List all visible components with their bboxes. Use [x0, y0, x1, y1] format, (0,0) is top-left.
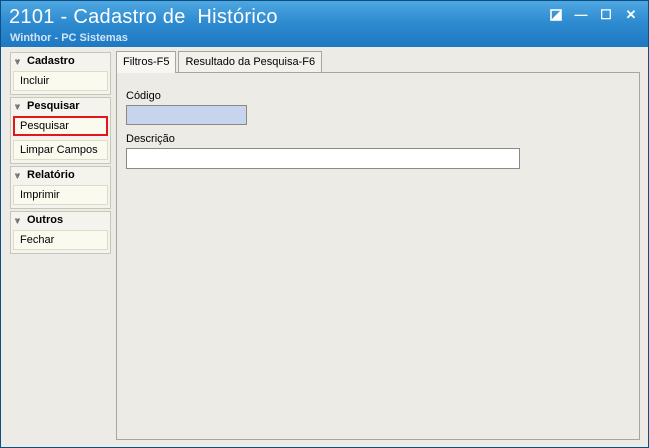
- minimize-button[interactable]: —: [574, 8, 588, 22]
- limpar-campos-button[interactable]: Limpar Campos: [13, 140, 108, 160]
- filtros-panel: Código Descrição: [116, 72, 640, 440]
- codigo-input[interactable]: [126, 105, 247, 125]
- group-outros: ⩔ Outros Fechar: [10, 211, 111, 254]
- restore-icon-graphic: [550, 9, 562, 21]
- client-area: ⩔ Cadastro Incluir ⩔ Pesquisar Pesquisar…: [3, 47, 646, 445]
- group-label-pesquisar: Pesquisar: [27, 100, 80, 112]
- collapse-chevron-icon: ⩔: [15, 214, 21, 225]
- incluir-button[interactable]: Incluir: [13, 71, 108, 91]
- group-label-relatorio: Relatório: [27, 169, 75, 181]
- restore-icon[interactable]: [549, 8, 563, 22]
- main-window: 2101 - Cadastro de Histórico Winthor - P…: [0, 0, 649, 448]
- descricao-input[interactable]: [126, 148, 520, 169]
- group-label-cadastro: Cadastro: [27, 55, 75, 67]
- group-pesquisar: ⩔ Pesquisar Pesquisar Limpar Campos: [10, 97, 111, 164]
- imprimir-button[interactable]: Imprimir: [13, 185, 108, 205]
- maximize-button[interactable]: ☐: [599, 8, 613, 22]
- pesquisar-button[interactable]: Pesquisar: [13, 116, 108, 136]
- collapse-chevron-icon: ⩔: [15, 169, 21, 180]
- tab-strip: Filtros-F5 Resultado da Pesquisa-F6: [116, 51, 324, 73]
- fechar-button[interactable]: Fechar: [13, 230, 108, 250]
- close-button[interactable]: ✕: [624, 8, 638, 22]
- group-header-cadastro[interactable]: ⩔ Cadastro: [11, 53, 110, 69]
- group-header-outros[interactable]: ⩔ Outros: [11, 212, 110, 228]
- group-header-relatorio[interactable]: ⩔ Relatório: [11, 167, 110, 183]
- group-header-pesquisar[interactable]: ⩔ Pesquisar: [11, 98, 110, 114]
- codigo-label: Código: [126, 90, 161, 102]
- tab-resultado-pesquisa[interactable]: Resultado da Pesquisa-F6: [178, 51, 323, 72]
- tab-filtros[interactable]: Filtros-F5: [116, 51, 177, 73]
- group-relatorio: ⩔ Relatório Imprimir: [10, 166, 111, 209]
- window-title: 2101 - Cadastro de Histórico: [9, 6, 278, 28]
- collapse-chevron-icon: ⩔: [15, 55, 21, 66]
- collapse-chevron-icon: ⩔: [15, 100, 21, 111]
- window-controls: — ☐ ✕: [549, 8, 638, 22]
- title-bar[interactable]: 2101 - Cadastro de Histórico Winthor - P…: [1, 1, 648, 47]
- sidebar: ⩔ Cadastro Incluir ⩔ Pesquisar Pesquisar…: [10, 52, 111, 256]
- window-subtitle: Winthor - PC Sistemas: [10, 32, 128, 44]
- descricao-label: Descrição: [126, 133, 175, 145]
- group-label-outros: Outros: [27, 214, 64, 226]
- group-cadastro: ⩔ Cadastro Incluir: [10, 52, 111, 95]
